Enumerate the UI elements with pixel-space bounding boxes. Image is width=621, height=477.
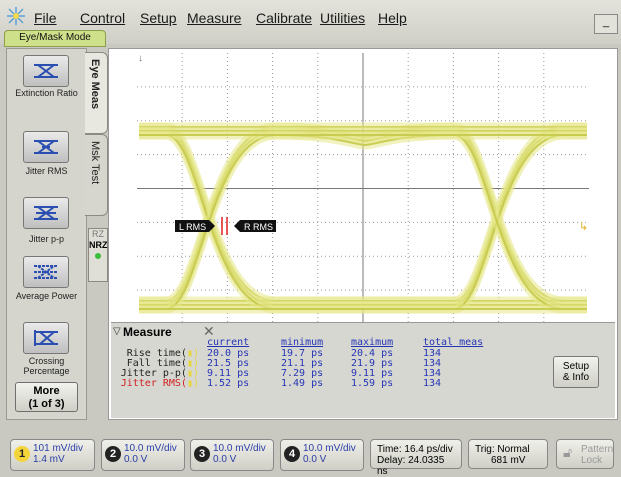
measure-row-label: Jitter RMS(▮) xyxy=(119,379,199,389)
r-rms-arrow xyxy=(234,220,240,232)
channel-4-badge: 4 xyxy=(284,446,300,462)
setup-label: Setup xyxy=(562,361,590,372)
extinction-ratio-icon xyxy=(34,64,58,78)
tab-eye-meas-label: Eye Meas xyxy=(89,59,101,110)
average-power-icon xyxy=(34,265,58,279)
status-bar: 1 101 mV/div 1.4 mV 2 10.0 mV/div 0.0 V … xyxy=(0,430,621,477)
trigger-level: 681 mV xyxy=(491,455,526,466)
channel-3-text: 10.0 mV/div 0.0 V xyxy=(213,443,266,465)
menu-utilities[interactable]: Utilities xyxy=(320,10,365,26)
channel-3-badge: 3 xyxy=(194,446,210,462)
jitter-rms-label: Jitter RMS xyxy=(25,166,68,176)
collapse-arrow-icon[interactable]: ▽ xyxy=(113,326,121,337)
average-power-label: Average Power xyxy=(15,291,78,301)
channel-3-offset: 0.0 V xyxy=(213,454,237,465)
channel-1-badge: 1 xyxy=(14,446,30,462)
average-power-button[interactable] xyxy=(23,256,69,288)
jitter-pp-button[interactable] xyxy=(23,197,69,229)
channel-2-offset: 0.0 V xyxy=(124,454,148,465)
header-total: total meas xyxy=(423,337,484,348)
crossing-percentage-icon xyxy=(34,330,58,346)
extinction-ratio-button[interactable] xyxy=(23,55,69,87)
lock-label: Lock xyxy=(581,455,603,466)
jitter-pp-label: Jitter p-p xyxy=(28,234,64,244)
l-rms-text: L RMS xyxy=(179,222,206,232)
info-label: & Info xyxy=(562,372,590,383)
measure-cell-current: 1.52 ps xyxy=(207,378,250,389)
channel-3-scale: 10.0 mV/div xyxy=(213,443,266,454)
measure-cell-maximum: 1.59 ps xyxy=(351,378,394,389)
tab-msk-test[interactable]: Msk Test xyxy=(85,134,108,216)
header-current: current xyxy=(207,337,250,348)
extinction-ratio-label: Extinction Ratio xyxy=(15,88,78,98)
channel-3-button[interactable]: 3 10.0 mV/div 0.0 V xyxy=(190,439,274,471)
channel-2-scale: 10.0 mV/div xyxy=(124,443,177,454)
trigger-button[interactable]: Trig: Normal 681 mV xyxy=(468,439,548,469)
nrz-label: NRZ xyxy=(89,240,108,250)
measure-panel: ▽ Measure ✕ current minimum maximum tota… xyxy=(111,322,615,418)
crossing-percentage-label: Crossing Percentage xyxy=(23,356,70,376)
jitter-rms-icon xyxy=(34,140,58,154)
channel-4-button[interactable]: 4 10.0 mV/div 0.0 V xyxy=(280,439,364,471)
sparkle-logo-icon xyxy=(7,7,25,25)
menu-help[interactable]: Help xyxy=(378,10,407,26)
tab-msk-test-label: Msk Test xyxy=(89,141,101,185)
channel-2-button[interactable]: 2 10.0 mV/div 0.0 V xyxy=(101,439,185,471)
rms-markers: L RMS R RMS xyxy=(175,217,276,235)
pattern-lock-button[interactable]: 🔓︎ Pattern Lock xyxy=(556,439,614,469)
timebase-scale: Time: 16.4 ps/div xyxy=(377,444,453,455)
header-maximum: maximum xyxy=(351,337,394,348)
channel-4-text: 10.0 mV/div 0.0 V xyxy=(303,443,356,465)
mode-tab[interactable]: Eye/Mask Mode xyxy=(4,30,106,47)
menu-control[interactable]: Control xyxy=(80,10,125,26)
scope-screen[interactable]: L RMS R RMS ↓ ↳ ▽ Measure ✕ current mini… xyxy=(108,48,618,420)
nrz-indicator xyxy=(95,253,101,259)
lock-icon: 🔓︎ xyxy=(563,444,573,460)
measure-title: Measure xyxy=(123,325,172,339)
menu-file[interactable]: File xyxy=(34,10,57,26)
menu-calibrate[interactable]: Calibrate xyxy=(256,10,312,26)
header-minimum: minimum xyxy=(281,337,324,348)
jitter-rms-button[interactable] xyxy=(23,131,69,163)
rz-nrz-toggle[interactable]: RZ NRZ xyxy=(88,228,108,282)
measure-cell-minimum: 1.49 ps xyxy=(281,378,324,389)
more-label: More xyxy=(33,385,60,397)
more-page: (1 of 3) xyxy=(28,398,65,410)
channel-2-text: 10.0 mV/div 0.0 V xyxy=(124,443,177,465)
top-arrow-icon: ↓ xyxy=(138,53,143,64)
channel-1-scale: 101 mV/div xyxy=(33,443,84,454)
tab-eye-meas[interactable]: Eye Meas xyxy=(85,52,108,134)
jitter-pp-icon xyxy=(34,206,58,220)
menu-measure[interactable]: Measure xyxy=(187,10,241,26)
channel-4-offset: 0.0 V xyxy=(303,454,327,465)
more-button[interactable]: More (1 of 3) xyxy=(15,382,78,412)
channel-2-badge: 2 xyxy=(105,446,121,462)
channel-4-scale: 10.0 mV/div xyxy=(303,443,356,454)
measurement-button-panel: Extinction Ratio Jitter RMS Jitter p-p A… xyxy=(6,48,87,420)
channel-swatch-icon: ▮) xyxy=(186,378,199,389)
channel-1-text: 101 mV/div 1.4 mV xyxy=(33,443,83,465)
setup-info-button[interactable]: Setup & Info xyxy=(553,356,599,388)
trigger-mode: Trig: Normal xyxy=(475,444,530,455)
timebase-button[interactable]: Time: 16.4 ps/div Delay: 24.0335 ns xyxy=(370,439,462,477)
crossing-percentage-button[interactable] xyxy=(23,322,69,354)
menu-setup[interactable]: Setup xyxy=(140,10,177,26)
minimize-button[interactable]: _ xyxy=(594,14,618,34)
measure-row-name: Jitter RMS( xyxy=(120,378,187,389)
timebase-delay: Delay: 24.0335 ns xyxy=(377,455,445,477)
channel-1-button[interactable]: 1 101 mV/div 1.4 mV xyxy=(10,439,95,471)
channel-1-offset: 1.4 mV xyxy=(33,454,65,465)
measure-cell-total: 134 xyxy=(423,378,442,389)
eye-diagram: L RMS R RMS ↓ ↳ xyxy=(137,53,589,324)
pattern-label: Pattern xyxy=(581,444,614,455)
menu-bar: File Control Setup Measure Calibrate Uti… xyxy=(0,0,621,47)
r-rms-text: R RMS xyxy=(244,222,273,232)
trigger-level-icon: ↳ xyxy=(579,221,588,233)
rz-label: RZ xyxy=(92,229,104,239)
